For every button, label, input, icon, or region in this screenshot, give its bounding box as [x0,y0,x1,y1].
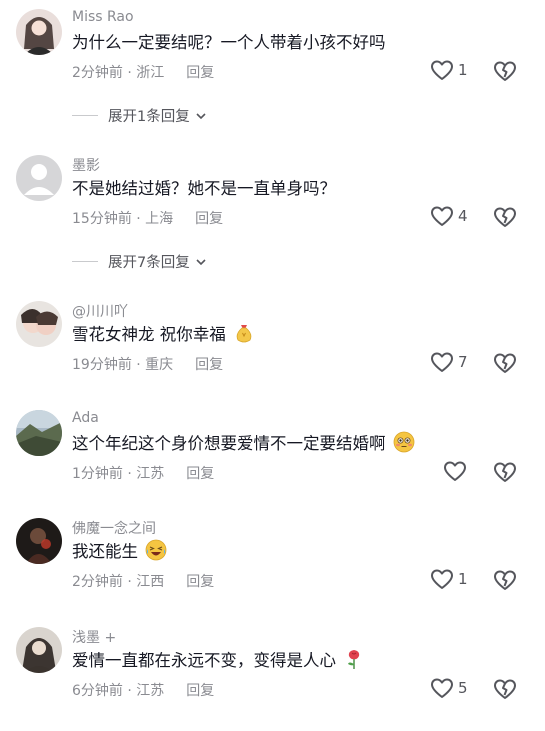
reply-button[interactable]: 回复 [195,208,223,228]
username[interactable]: Ada [72,410,99,426]
comment-text[interactable]: 这个年纪这个身价想要爱情不一定要结婚啊 [72,430,415,454]
comment-text[interactable]: 雪花女神龙 祝你幸福 [72,321,255,345]
reply-button[interactable]: 回复 [186,571,214,591]
laughing-face-icon [145,539,167,561]
username[interactable]: 佛魔一念之间 [72,518,156,538]
divider [72,261,98,262]
reply-button[interactable]: 回复 [186,680,214,700]
broken-heart-icon [494,353,516,373]
comment-meta: 2分钟前 · 江西 回复 [72,571,214,591]
heart-icon [431,60,453,80]
like-button[interactable]: 4 [430,205,468,227]
reply-button[interactable]: 回复 [186,463,214,483]
username[interactable]: Miss Rao [72,9,134,25]
avatar[interactable] [16,627,62,673]
reply-button[interactable]: 回复 [186,62,214,82]
heart-icon [431,206,453,226]
rose-icon [348,650,360,669]
comment-meta: 15分钟前 · 上海 回复 [72,208,223,228]
dislike-button[interactable] [493,677,517,705]
like-button[interactable]: 1 [430,59,468,81]
like-button[interactable]: 5 [430,677,468,699]
broken-heart-icon [494,207,516,227]
heart-icon [431,678,453,698]
comment-meta: 1分钟前 · 江苏 回复 [72,463,214,483]
money-bag-icon [236,325,252,343]
avatar[interactable] [16,518,62,564]
flushed-face-icon [393,431,415,453]
avatar[interactable] [16,155,62,201]
username[interactable]: @川川吖 [72,301,128,321]
time-location: 15分钟前 · 上海 [72,211,174,227]
dislike-button[interactable] [493,351,517,379]
dislike-button[interactable] [493,59,517,87]
time-location: 19分钟前 · 重庆 [72,357,174,373]
dislike-button[interactable] [493,205,517,233]
comment-meta: 19分钟前 · 重庆 回复 [72,354,223,374]
comment-meta: 2分钟前 · 浙江 回复 [72,62,214,82]
like-count: 1 [458,61,468,79]
heart-icon [431,352,453,372]
comment-text[interactable]: 我还能生 [72,538,167,562]
like-button[interactable] [443,460,481,482]
expand-replies-button[interactable]: 展开1条回复 [72,105,206,126]
comment-text[interactable]: 不是她结过婚？她不是一直单身吗？ [72,175,336,199]
expand-label: 展开7条回复 [108,255,190,271]
username[interactable]: 墨影 [72,155,100,175]
time-location: 2分钟前 · 江西 [72,574,165,590]
chevron-down-icon [196,258,206,265]
comment-text[interactable]: 爱情一直都在永远不变，变得是人心 [72,647,365,671]
comment-text[interactable]: 为什么一定要结呢？一个人带着小孩不好吗 [72,29,386,53]
broken-heart-icon [494,570,516,590]
avatar[interactable] [16,301,62,347]
like-button[interactable]: 7 [430,351,468,373]
expand-label: 展开1条回复 [108,109,190,125]
time-location: 2分钟前 · 浙江 [72,65,165,81]
avatar[interactable] [16,410,62,456]
like-count: 5 [458,679,468,697]
like-button[interactable]: 1 [430,568,468,590]
dislike-button[interactable] [493,568,517,596]
divider [72,115,98,116]
heart-icon [431,569,453,589]
reply-button[interactable]: 回复 [195,354,223,374]
username[interactable]: 浅墨 + [72,627,116,647]
broken-heart-icon [494,61,516,81]
like-count: 7 [458,353,468,371]
broken-heart-icon [494,462,516,482]
like-count: 4 [458,207,468,225]
dislike-button[interactable] [493,460,517,488]
like-count: 1 [458,570,468,588]
comment-meta: 6分钟前 · 江苏 回复 [72,680,214,700]
avatar[interactable] [16,9,62,55]
broken-heart-icon [494,679,516,699]
heart-icon [444,461,466,481]
time-location: 6分钟前 · 江苏 [72,683,165,699]
time-location: 1分钟前 · 江苏 [72,466,165,482]
expand-replies-button[interactable]: 展开7条回复 [72,251,206,272]
chevron-down-icon [196,112,206,119]
